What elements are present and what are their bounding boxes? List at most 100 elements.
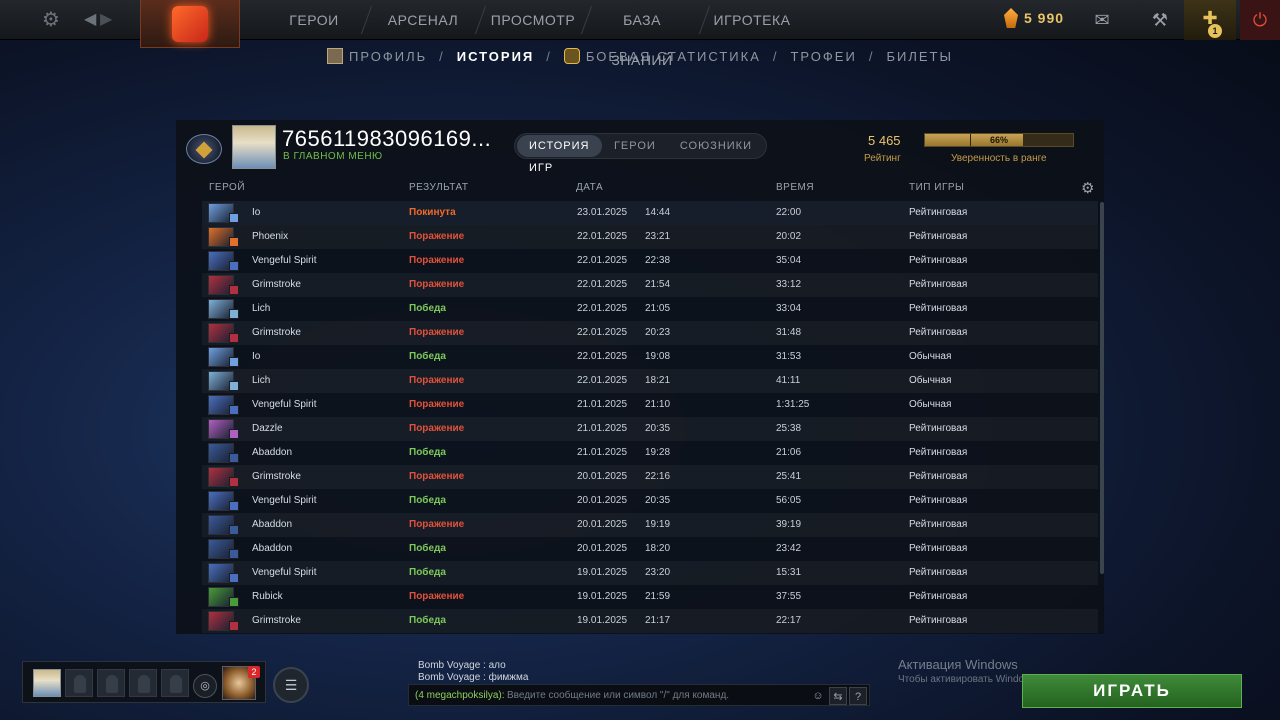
menu-heroes[interactable]: ГЕРОИ xyxy=(272,0,356,40)
tab-heroes[interactable]: ГЕРОИ xyxy=(602,135,668,157)
table-row[interactable]: Grimstroke Поражение 22.01.2025 20:23 31:48 Р… xyxy=(202,321,1098,345)
emoji-icon[interactable]: ☺ xyxy=(809,687,827,705)
avatar[interactable] xyxy=(232,125,276,169)
party-slot[interactable] xyxy=(97,669,125,697)
cell-date: 22.01.2025 xyxy=(577,375,628,386)
cell-game-type: Рейтинговая xyxy=(909,255,968,266)
cell-game-type: Рейтинговая xyxy=(909,327,968,338)
menu-arsenal[interactable]: АРСЕНАЛ xyxy=(378,0,468,40)
table-row[interactable]: Abaddon Победа 21.01.2025 19:28 21:06 Рейтинг… xyxy=(202,441,1098,465)
headset-icon[interactable]: ◎ xyxy=(193,674,217,698)
column-header-result[interactable]: РЕЗУЛЬТАТ xyxy=(409,182,468,193)
cell-date: 22.01.2025 xyxy=(577,279,628,290)
party-slot[interactable] xyxy=(65,669,93,697)
tab-match-history[interactable]: ИСТОРИЯ ИГР xyxy=(517,135,602,174)
armory-icon[interactable]: ⚒ xyxy=(1146,6,1174,34)
cell-time: 21:59 xyxy=(645,591,671,602)
table-row[interactable]: Phoenix Поражение 22.01.2025 23:21 20:02 Рейт… xyxy=(202,225,1098,249)
cell-duration: 20:02 xyxy=(776,231,802,242)
table-row[interactable]: Vengeful Spirit Победа 20.01.2025 20:35 56:0… xyxy=(202,489,1098,513)
subnav-history[interactable]: ИСТОРИЯ xyxy=(457,49,535,64)
cell-hero: Grimstroke xyxy=(252,471,301,482)
power-icon[interactable]: ⏻ xyxy=(1240,0,1280,40)
friends-icon[interactable]: ☰ xyxy=(273,667,309,703)
table-row[interactable]: Io Покинута 23.01.2025 14:44 22:00 Рейтингова… xyxy=(202,201,1098,225)
subnav-profile-label: ПРОФИЛЬ xyxy=(349,49,428,64)
party-slot[interactable] xyxy=(161,669,189,697)
rank-medal-icon[interactable] xyxy=(184,128,224,168)
cell-duration: 56:05 xyxy=(776,495,802,506)
cell-time: 23:21 xyxy=(645,231,671,242)
role-badge-icon xyxy=(229,501,239,511)
subnav-battle-stats[interactable]: БОЕВАЯ СТАТИСТИКА xyxy=(563,48,761,64)
cell-result: Победа xyxy=(409,567,446,578)
role-badge-icon xyxy=(229,213,239,223)
column-header-date[interactable]: ДАТА xyxy=(576,182,603,193)
avatar[interactable] xyxy=(33,669,61,697)
cell-date: 22.01.2025 xyxy=(577,255,628,266)
cell-hero: Abaddon xyxy=(252,543,293,554)
forward-arrow-icon[interactable]: ▶ xyxy=(100,8,112,32)
gear-icon[interactable]: ⚙ xyxy=(42,8,60,32)
shards-currency[interactable]: 5 990 xyxy=(1004,8,1064,28)
column-header-game-type[interactable]: ТИП ИГРЫ xyxy=(909,182,964,193)
cell-time: 21:17 xyxy=(645,615,671,626)
subnav-separator: / xyxy=(772,48,779,64)
gear-icon[interactable]: ⚙ xyxy=(1081,179,1094,197)
cell-time: 22:16 xyxy=(645,471,671,482)
play-button[interactable]: ИГРАТЬ xyxy=(1022,674,1242,708)
table-row[interactable]: Lich Поражение 22.01.2025 18:21 41:11 Обычная xyxy=(202,369,1098,393)
table-row[interactable]: Abaddon Победа 20.01.2025 18:20 23:42 Рейтинг… xyxy=(202,537,1098,561)
cell-duration: 25:41 xyxy=(776,471,802,482)
chat-help-button[interactable]: ? xyxy=(849,687,867,705)
cell-game-type: Рейтинговая xyxy=(909,471,968,482)
column-header-hero[interactable]: ГЕРОЙ xyxy=(209,182,245,193)
subnav-tickets[interactable]: БИЛЕТЫ xyxy=(886,49,953,64)
cell-result: Победа xyxy=(409,447,446,458)
table-row[interactable]: Abaddon Поражение 20.01.2025 19:19 39:19 Рейт… xyxy=(202,513,1098,537)
column-header-duration[interactable]: ВРЕМЯ xyxy=(776,182,814,193)
table-row[interactable]: Rubick Поражение 19.01.2025 21:59 37:55 Рейти… xyxy=(202,585,1098,609)
party-slot[interactable] xyxy=(129,669,157,697)
cell-hero: Abaddon xyxy=(252,519,293,530)
dota-logo-button[interactable] xyxy=(140,0,240,48)
cell-hero: Grimstroke xyxy=(252,279,301,290)
cell-duration: 41:11 xyxy=(776,375,801,386)
cell-game-type: Рейтинговая xyxy=(909,447,968,458)
table-row[interactable]: Vengeful Spirit Поражение 22.01.2025 22:38 3… xyxy=(202,249,1098,273)
notification-badge: 2 xyxy=(248,666,260,678)
menu-arcade[interactable]: ИГРОТЕКА xyxy=(712,0,792,40)
chat-input[interactable] xyxy=(507,687,807,703)
table-row[interactable]: Grimstroke Поражение 22.01.2025 21:54 33:12 Р… xyxy=(202,273,1098,297)
cell-result: Поражение xyxy=(409,471,465,482)
table-row[interactable]: Io Победа 22.01.2025 19:08 31:53 Обычная xyxy=(202,345,1098,369)
menu-separator xyxy=(580,6,593,34)
cell-duration: 22:00 xyxy=(776,207,802,218)
table-row[interactable]: Vengeful Spirit Поражение 21.01.2025 21:10 1… xyxy=(202,393,1098,417)
cell-result: Поражение xyxy=(409,375,465,386)
cell-date: 23.01.2025 xyxy=(577,207,628,218)
table-row[interactable]: Grimstroke Победа 19.01.2025 21:17 22:17 Рейт… xyxy=(202,609,1098,633)
menu-knowledge-base[interactable]: БАЗА ЗНАНИЙ xyxy=(594,0,690,68)
chat-icon[interactable]: ✉ xyxy=(1088,6,1116,34)
back-arrow-icon[interactable]: ◀ xyxy=(84,8,96,32)
match-list: Io Покинута 23.01.2025 14:44 22:00 Рейтингова… xyxy=(202,201,1098,633)
table-row[interactable]: Vengeful Spirit Победа 19.01.2025 23:20 15:3… xyxy=(202,561,1098,585)
tab-allies[interactable]: СОЮЗНИКИ xyxy=(668,135,764,157)
cell-result: Поражение xyxy=(409,423,465,434)
subnav-trophies[interactable]: ТРОФЕИ xyxy=(790,49,856,64)
table-row[interactable]: Grimstroke Поражение 20.01.2025 22:16 25:41 Р… xyxy=(202,465,1098,489)
table-row[interactable]: Lich Победа 22.01.2025 21:05 33:04 Рейтингова… xyxy=(202,297,1098,321)
subnav-profile[interactable]: ПРОФИЛЬ xyxy=(327,48,427,64)
cell-date: 22.01.2025 xyxy=(577,303,628,314)
role-badge-icon xyxy=(229,453,239,463)
menu-watch[interactable]: ПРОСМОТР xyxy=(490,0,576,40)
cell-hero: Io xyxy=(252,351,261,362)
role-badge-icon xyxy=(229,261,239,271)
cell-date: 21.01.2025 xyxy=(577,423,628,434)
player-status: В ГЛАВНОМ МЕНЮ xyxy=(283,151,383,162)
scrollbar[interactable] xyxy=(1100,202,1104,574)
chat-wheel-icon[interactable]: ⇆ xyxy=(829,687,847,705)
table-row[interactable]: Dazzle Поражение 21.01.2025 20:35 25:38 Рейти… xyxy=(202,417,1098,441)
cell-game-type: Рейтинговая xyxy=(909,303,968,314)
